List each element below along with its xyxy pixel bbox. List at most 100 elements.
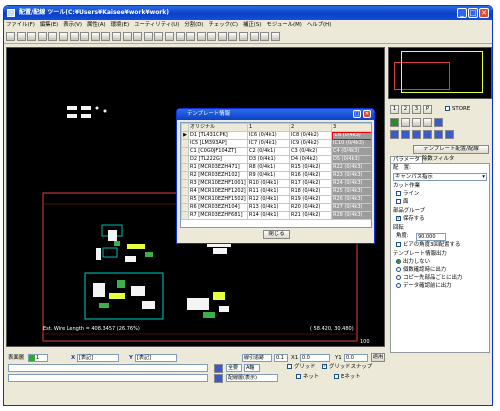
cell-copy-1[interactable]: R10 (0/4k1) [247,179,290,188]
table-row[interactable]: R7 [MCR03EZHF681] R14 (0/4k1) R21 (0/4k2) R… [181,211,371,220]
row-header[interactable] [181,163,189,172]
toolbar-tool-7-icon[interactable] [69,32,79,41]
toolbar-tool-2-icon[interactable] [16,32,26,41]
pin-icon[interactable] [390,118,399,127]
toolbar-tool-15-icon[interactable] [154,32,164,41]
menu-item-2[interactable]: 表示(V) [63,22,82,28]
row-header[interactable] [181,179,189,188]
dialog-restore-button[interactable]: □ [353,110,361,118]
cell-copy-1[interactable]: C2 (0/4k1) [247,147,290,156]
menu-item-0[interactable]: ファイル(F) [6,22,35,28]
cell-copy-3[interactable]: R27 (0/4k3) [331,203,371,212]
group-keep-checkbox[interactable]: ✓ [396,216,401,221]
y-select[interactable]: [表記] [135,354,177,362]
grid-snap-checkbox[interactable]: ✓ [322,364,327,369]
cell-copy-1[interactable]: IC6 (0/4k1) [247,131,290,140]
arrow-up-icon[interactable] [434,118,443,127]
toolbar-tool-11-icon[interactable] [111,32,121,41]
net-option[interactable]: ネット [296,374,319,381]
angle-input[interactable]: 90.000 [416,233,446,241]
cell-copy-2[interactable]: R16 (0/4k2) [289,171,332,180]
page-button-p[interactable]: P [423,105,432,114]
chevron-down-icon[interactable]: ▾ [482,174,485,180]
column-header-3[interactable]: 3 [331,123,371,132]
cell-copy-3[interactable]: R22 (0/4k3) [331,163,371,172]
cell-copy-2[interactable]: R15 (0/4k2) [289,163,332,172]
toolbar-tool-12-icon[interactable] [122,32,132,41]
page-button-2[interactable]: 2 [401,105,410,114]
cell-copy-2[interactable]: D4 (0/4k2) [289,155,332,164]
output-none-radio[interactable] [396,259,401,264]
cell-copy-2[interactable]: R17 (0/4k2) [289,179,332,188]
menu-item-6[interactable]: 分割(D) [184,22,203,28]
grid-input[interactable]: 0.1 [274,354,288,362]
cell-copy-1[interactable]: R12 (0/4k1) [247,195,290,204]
direction-select[interactable]: A軸 [244,364,260,372]
cut-face-checkbox[interactable] [396,199,401,204]
cell-copy-2[interactable]: C3 (0/4k2) [289,147,332,156]
table-row[interactable]: R3 [MCR10EZHF1001] R10 (0/4k1) R17 (0/4k2)… [181,179,371,188]
cell-copy-3[interactable]: D5 (0/4k3) [331,155,371,164]
overview-viewport[interactable] [401,51,483,93]
toolbar-tool-16-icon[interactable] [164,32,174,41]
template-place-button[interactable]: テンプレート配置/配線 [413,145,489,154]
cell-copy-3[interactable]: R25 (0/4k3) [331,187,371,196]
output-option-count[interactable]: 個数確認時に出力 [396,267,446,274]
cell-copy-2[interactable]: R18 (0/4k2) [289,187,332,196]
cell-original[interactable]: IC5 [LM393AP] [188,139,248,148]
cell-original[interactable]: D2 [TL222G] [188,155,248,164]
toolbar-tool-18-icon[interactable] [186,32,196,41]
toolbar-tool-21-icon[interactable] [217,32,227,41]
x1-input[interactable]: 0.0 [300,354,330,362]
cell-original[interactable]: R3 [MCR10EZHF1001] [188,179,248,188]
zoom-window-icon[interactable] [423,118,432,127]
net-checkbox[interactable] [296,374,301,379]
double-arrow-up-icon[interactable] [214,364,223,373]
placement-select[interactable]: キャンパス指示 ▾ [393,173,487,181]
output-option-none[interactable]: 出力しない [396,259,430,266]
cell-copy-1[interactable]: R9 (0/4k1) [247,171,290,180]
template-info-table[interactable]: オリジナル 1 2 3 ▶ D1 [TL431CPK] IC6 (0/4k1) IC8… [180,122,372,228]
cell-copy-1[interactable]: IC7 (0/4k1) [247,139,290,148]
cell-original[interactable]: R5 [MCR10EZHF1502] [188,195,248,204]
cell-copy-3[interactable]: C4 (0/4k3) [331,147,371,156]
table-row[interactable]: R2 [MCR03EZH102] R9 (0/4k1) R16 (0/4k2) R23… [181,171,371,180]
enet-option[interactable]: Eネット [334,374,361,381]
toolbar-tool-22-icon[interactable] [228,32,238,41]
cell-original[interactable]: R4 [MCR10EZHF1202] [188,187,248,196]
title-bar[interactable]: 配置/配線 ツール(C:¥Users¥Kaisee¥work¥work) _ □… [4,6,492,20]
table-row[interactable]: R4 [MCR10EZHF1202] R11 (0/4k1) R18 (0/4k2)… [181,187,371,196]
output-copy-radio[interactable] [396,275,401,280]
page-button-3[interactable]: 3 [412,105,421,114]
cell-copy-1[interactable]: R11 (0/4k1) [247,187,290,196]
output-option-data[interactable]: データ確認前に出力 [396,283,452,290]
tab-filter[interactable]: 除数フィルタ [420,156,456,163]
menu-item-8[interactable]: 補正(S) [243,22,261,28]
toolbar-tool-4-icon[interactable] [37,32,47,41]
cell-copy-3[interactable]: R26 (0/4k3) [331,195,371,204]
table-row[interactable]: R5 [MCR10EZHF1502] R12 (0/4k1) R19 (0/4k2)… [181,195,371,204]
zoom-in-icon[interactable] [390,130,399,139]
grid-snap-option[interactable]: ✓ グリッドスナップ [322,364,372,371]
row-header[interactable] [181,139,189,148]
apply-button[interactable]: 適用 [371,353,385,362]
column-header-2[interactable]: 2 [289,123,332,132]
toolbar-tool-5-icon[interactable] [48,32,58,41]
overview-map[interactable] [388,47,492,99]
via-sync-option[interactable]: ビアの角度3回配置する [396,242,460,249]
cell-original[interactable]: R2 [MCR03EZH102] [188,171,248,180]
toolbar-tool-19-icon[interactable] [196,32,206,41]
cut-face-option[interactable]: 面 [396,199,408,206]
cell-copy-3[interactable]: IC10 (0/4k3) [331,139,371,148]
toolbar-tool-13-icon[interactable] [133,32,143,41]
cell-copy-2[interactable]: IC8 (0/4k2) [289,131,332,140]
mode-select[interactable]: 線引追跡 [242,354,272,362]
toolbar-tool-10-icon[interactable] [101,32,111,41]
cell-copy-3[interactable]: R23 (0/4k3) [331,171,371,180]
zoom-out-icon[interactable] [401,130,410,139]
zoom-area-icon[interactable] [412,118,421,127]
toolbar-tool-3-icon[interactable] [27,32,37,41]
table-row[interactable]: R1 [MCR03EZH471] R8 (0/4k1) R15 (0/4k2) R22… [181,163,371,172]
table-row[interactable]: C1 [C0G0JF104ZT] C2 (0/4k1) C3 (0/4k2) C4 (… [181,147,371,156]
toolbar-tool-8-icon[interactable] [80,32,90,41]
